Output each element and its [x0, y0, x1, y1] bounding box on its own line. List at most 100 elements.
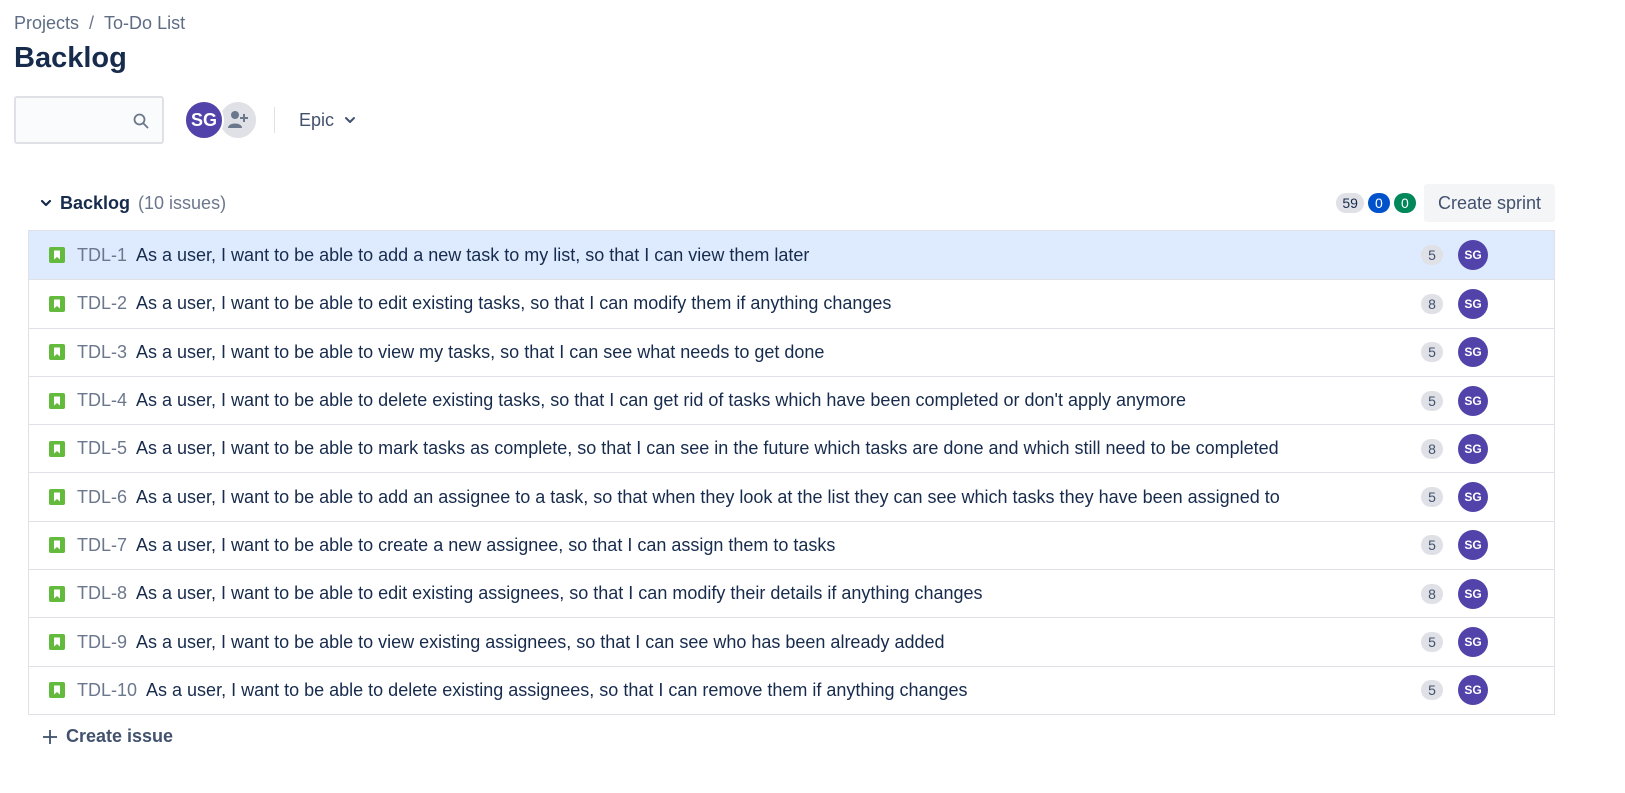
story-points-badge[interactable]: 5 [1421, 535, 1443, 556]
issue-summary: As a user, I want to be able to edit exi… [136, 293, 892, 314]
collapse-backlog-button[interactable] [36, 193, 56, 213]
story-points-badge[interactable]: 5 [1421, 245, 1443, 266]
epic-filter-label: Epic [299, 109, 335, 130]
epic-filter-dropdown[interactable]: Epic [297, 104, 358, 137]
issue-row[interactable]: TDL-1 As a user, I want to be able to add… [29, 231, 1554, 280]
issue-row-meta: 5 SG [1421, 337, 1554, 368]
issue-count: (10 issues) [138, 192, 227, 213]
issue-summary: As a user, I want to be able to delete e… [146, 679, 968, 700]
issue-row[interactable]: TDL-6 As a user, I want to be able to add… [29, 472, 1554, 521]
assignee-avatar[interactable]: SG [1458, 578, 1488, 609]
issue-row[interactable]: TDL-2 As a user, I want to be able to edi… [29, 279, 1554, 328]
story-points-badge[interactable]: 8 [1421, 293, 1443, 314]
create-issue-button[interactable]: Create issue [42, 726, 173, 747]
issue-row-meta: 5 SG [1421, 385, 1554, 416]
issue-summary: As a user, I want to be able to view my … [136, 341, 825, 362]
issue-key[interactable]: TDL-3 [77, 342, 127, 363]
story-icon [49, 392, 65, 409]
issue-row[interactable]: TDL-7 As a user, I want to be able to cre… [29, 520, 1554, 570]
issue-key[interactable]: TDL-6 [77, 487, 127, 508]
story-points-badge[interactable]: 5 [1421, 487, 1443, 508]
issue-row-meta: 5 SG [1421, 530, 1554, 561]
toolbar: SG Epic [14, 96, 358, 144]
backlog-label: Backlog [60, 192, 131, 213]
issue-row-meta: 5 SG [1421, 482, 1554, 513]
story-points-badge[interactable]: 5 [1421, 390, 1443, 411]
issue-key[interactable]: TDL-2 [77, 293, 127, 314]
chevron-down-icon [345, 117, 356, 123]
issue-summary: As a user, I want to be able to delete e… [136, 390, 1187, 411]
assignee-avatar[interactable]: SG [1458, 675, 1488, 706]
issue-row[interactable]: TDL-10 As a user, I want to be able to de… [29, 665, 1554, 714]
issue-row[interactable]: TDL-4 As a user, I want to be able to del… [29, 375, 1554, 425]
add-person-button[interactable] [218, 100, 258, 140]
assignee-avatar[interactable]: SG [1458, 337, 1488, 368]
story-icon [49, 634, 65, 651]
breadcrumb: Projects / To-Do List [14, 13, 185, 34]
assignee-avatar[interactable]: SG [1458, 240, 1488, 271]
assignee-avatar[interactable]: SG [1458, 433, 1488, 464]
story-points-badge[interactable]: 5 [1421, 342, 1443, 363]
search-input[interactable] [16, 98, 126, 142]
story-icon [49, 295, 65, 312]
story-icon [49, 440, 65, 457]
backlog-header: Backlog (10 issues) 59 0 0 Create sprint [28, 182, 1555, 224]
issue-key[interactable]: TDL-9 [77, 632, 127, 653]
breadcrumb-projects-link[interactable]: Projects [14, 13, 79, 34]
page-title: Backlog [14, 42, 127, 74]
create-sprint-button[interactable]: Create sprint [1423, 184, 1555, 222]
story-points-badge[interactable]: 8 [1421, 583, 1443, 604]
issue-summary: As a user, I want to be able to add a ne… [136, 244, 810, 265]
breadcrumb-project-link[interactable]: To-Do List [104, 13, 185, 34]
avatar-filter[interactable]: SG [184, 100, 224, 140]
story-points-badge[interactable]: 8 [1421, 438, 1443, 459]
issue-row[interactable]: TDL-9 As a user, I want to be able to vie… [29, 617, 1554, 666]
story-points-badge[interactable]: 5 [1421, 632, 1443, 653]
add-person-icon [228, 111, 248, 128]
story-icon [49, 682, 65, 699]
assignee-avatar[interactable]: SG [1458, 482, 1488, 513]
issue-key[interactable]: TDL-8 [77, 583, 127, 604]
story-icon [49, 247, 65, 264]
issue-summary: As a user, I want to be able to edit exi… [136, 583, 983, 604]
issue-row-meta: 8 SG [1421, 288, 1554, 319]
issue-key[interactable]: TDL-7 [77, 535, 127, 556]
issue-summary: As a user, I want to be able to add an a… [136, 486, 1280, 507]
assignee-avatar[interactable]: SG [1458, 530, 1488, 561]
story-icon [49, 585, 65, 602]
assignee-avatar[interactable]: SG [1458, 627, 1488, 658]
chevron-down-icon [40, 199, 52, 207]
issue-summary: As a user, I want to be able to create a… [136, 534, 836, 555]
assignee-avatar[interactable]: SG [1458, 385, 1488, 416]
story-icon [49, 344, 65, 361]
issue-row-meta: 8 SG [1421, 578, 1554, 609]
issue-row[interactable]: TDL-3 As a user, I want to be able to vie… [29, 327, 1554, 376]
issue-list: TDL-1 As a user, I want to be able to add… [28, 230, 1555, 715]
toolbar-divider [274, 107, 275, 133]
issue-key[interactable]: TDL-4 [77, 390, 127, 411]
issue-key[interactable]: TDL-10 [77, 680, 137, 701]
done-points-badge: 0 [1393, 193, 1416, 213]
issue-row-meta: 8 SG [1421, 433, 1554, 464]
story-points-badge[interactable]: 5 [1421, 680, 1443, 701]
people-filter: SG [184, 100, 258, 140]
story-icon [49, 489, 65, 506]
create-issue-label: Create issue [66, 726, 174, 746]
search-box [14, 96, 164, 144]
story-icon [49, 537, 65, 554]
in-progress-points-badge: 0 [1367, 193, 1390, 213]
issue-row-meta: 5 SG [1421, 240, 1554, 271]
issue-key[interactable]: TDL-5 [77, 438, 127, 459]
todo-points-badge: 59 [1336, 193, 1364, 213]
issue-row-meta: 5 SG [1421, 675, 1554, 706]
issue-row[interactable]: TDL-8 As a user, I want to be able to edi… [29, 569, 1554, 618]
issue-summary: As a user, I want to be able to view exi… [136, 631, 945, 652]
assignee-avatar[interactable]: SG [1458, 288, 1488, 319]
breadcrumb-separator: / [89, 13, 95, 33]
issue-row[interactable]: TDL-5 As a user, I want to be able to mar… [29, 424, 1554, 473]
issue-summary: As a user, I want to be able to mark tas… [136, 438, 1279, 459]
search-icon[interactable] [132, 112, 150, 130]
plus-icon [43, 729, 57, 744]
backlog-header-actions: 59 0 0 Create sprint [1332, 184, 1555, 222]
issue-key[interactable]: TDL-1 [77, 245, 127, 266]
